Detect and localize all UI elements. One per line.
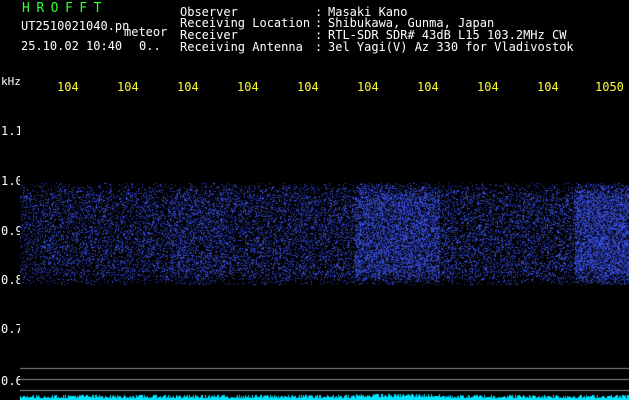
time-tick-label: 104 xyxy=(237,80,259,94)
antenna-colon: : xyxy=(315,40,323,54)
time-tick-label: 104 xyxy=(57,80,79,94)
time-tick-label: 104 xyxy=(537,80,559,94)
hrofft-window: HROFFT UT2510021040.pn meteor 25.10.02 1… xyxy=(0,0,629,400)
time-tick-label: 104 xyxy=(177,80,199,94)
antenna-label: Receiving Antenna xyxy=(180,40,303,54)
time-tick-label: 104 xyxy=(477,80,499,94)
spectrogram-plot xyxy=(20,95,629,400)
meteor-count: 0.. xyxy=(139,39,161,53)
time-tick-label: 104 xyxy=(117,80,139,94)
time-tick-label: 1050 xyxy=(595,80,624,94)
antenna-value: 3el Yagi(V) Az 330 for Vladivostok xyxy=(328,40,574,54)
y-axis-unit: kHz xyxy=(1,75,21,88)
time-tick-label: 104 xyxy=(297,80,319,94)
datetime: 25.10.02 10:40 xyxy=(21,39,123,53)
time-tick-label: 104 xyxy=(357,80,379,94)
file-name: UT2510021040.pn xyxy=(21,19,130,33)
time-tick-label: 104 xyxy=(417,80,439,94)
app-title: HROFFT xyxy=(22,1,108,16)
meteor-label: meteor xyxy=(124,25,168,39)
